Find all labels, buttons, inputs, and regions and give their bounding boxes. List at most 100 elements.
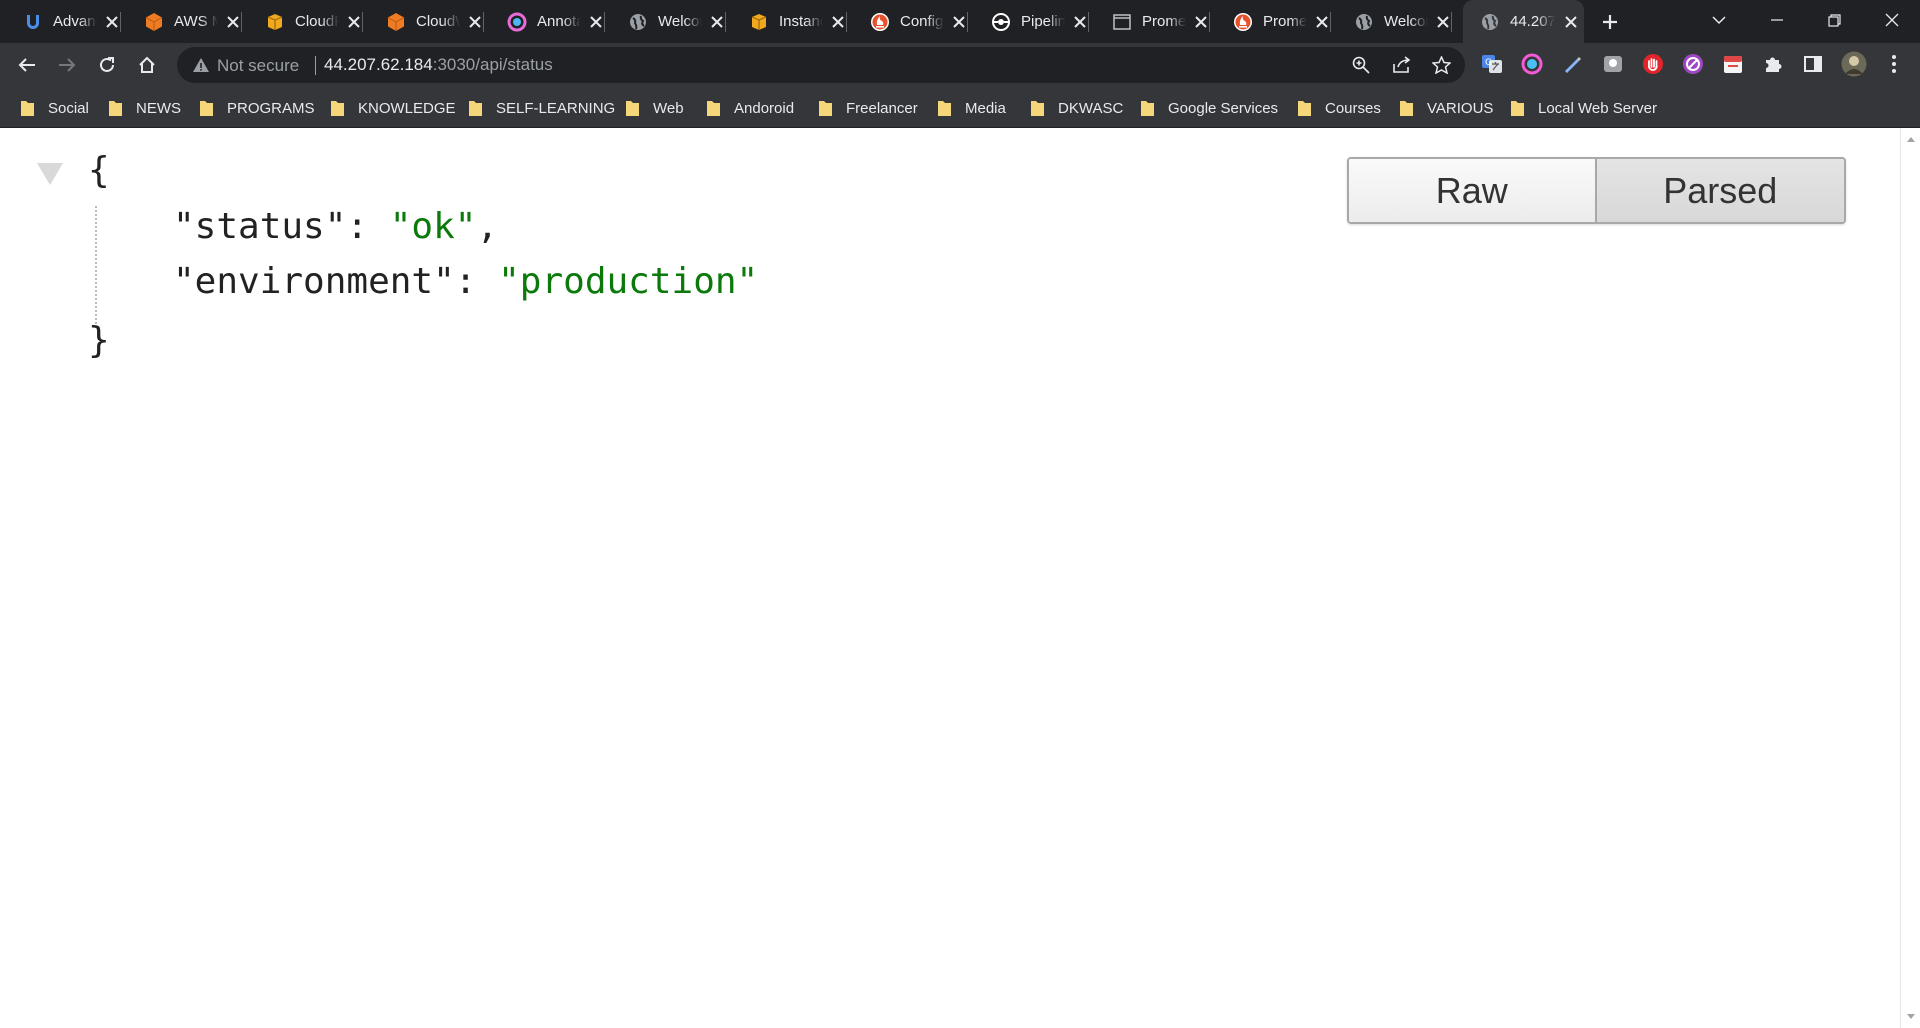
- share-icon[interactable]: [1391, 55, 1411, 75]
- bookmark-folder[interactable]: KNOWLEDGE: [330, 97, 456, 119]
- pen-extension-icon[interactable]: [1561, 53, 1583, 75]
- vertical-scrollbar[interactable]: [1900, 128, 1920, 1028]
- folder-icon: [200, 101, 213, 116]
- json-key: "status": [173, 206, 347, 247]
- close-icon[interactable]: [1193, 13, 1210, 31]
- tab-7[interactable]: Instances: [726, 0, 847, 43]
- tab-title: Prometheus: [1142, 13, 1186, 30]
- stop-hand-extension-icon[interactable]: [1642, 53, 1664, 75]
- close-icon[interactable]: [1072, 13, 1089, 31]
- url-text[interactable]: 44.207.62.184:3030/api/status: [324, 55, 553, 75]
- extensions-puzzle-icon[interactable]: [1762, 53, 1784, 75]
- close-icon[interactable]: [709, 13, 726, 31]
- close-icon[interactable]: [1314, 13, 1331, 31]
- restore-icon: [1827, 13, 1841, 27]
- bookmark-folder[interactable]: Andoroid: [706, 97, 794, 119]
- tab-8[interactable]: Configuration: [847, 0, 968, 43]
- warning-icon[interactable]: [192, 56, 210, 74]
- bookmark-folder[interactable]: DKWASC: [1030, 97, 1123, 119]
- scroll-down-arrow-icon[interactable]: [1907, 1014, 1915, 1019]
- bookmark-folder[interactable]: PROGRAMS: [199, 97, 315, 119]
- bookmark-folder[interactable]: Google Services: [1140, 97, 1278, 119]
- minimize-button[interactable]: [1749, 0, 1805, 40]
- blocker-extension-icon[interactable]: [1682, 53, 1704, 75]
- calendar-extension-icon[interactable]: [1722, 53, 1744, 75]
- bookmark-folder[interactable]: VARIOUS: [1399, 97, 1493, 119]
- home-icon: [139, 56, 155, 73]
- close-icon[interactable]: [830, 13, 847, 31]
- close-icon[interactable]: [1435, 13, 1452, 31]
- tab-separator: [1451, 12, 1452, 32]
- bookmark-folder[interactable]: Freelancer: [818, 97, 918, 119]
- bookmark-folder[interactable]: Media: [937, 97, 1006, 119]
- bookmarks-bar: Social NEWS PROGRAMS KNOWLEDGE SELF-LEAR…: [0, 88, 1920, 128]
- json-comma: ,: [476, 206, 499, 247]
- bookmark-folder[interactable]: Web: [625, 97, 684, 119]
- close-window-button[interactable]: [1864, 0, 1920, 40]
- folder-icon: [109, 101, 122, 116]
- screenshot-extension-icon[interactable]: [1602, 53, 1624, 75]
- close-brace: }: [88, 320, 110, 361]
- close-icon[interactable]: [346, 13, 363, 31]
- minimize-icon: [1771, 19, 1783, 21]
- close-icon[interactable]: [951, 13, 968, 31]
- close-icon[interactable]: [588, 13, 605, 31]
- close-icon[interactable]: [225, 13, 242, 31]
- bookmark-folder[interactable]: Social: [20, 97, 89, 119]
- restore-button[interactable]: [1806, 0, 1862, 40]
- address-bar[interactable]: Not secure 44.207.62.184:3030/api/status: [177, 47, 1465, 83]
- bookmark-folder[interactable]: Courses: [1297, 97, 1381, 119]
- tab-title: Configuration: [900, 13, 944, 30]
- back-button[interactable]: [11, 49, 43, 81]
- bookmark-folder[interactable]: NEWS: [108, 97, 181, 119]
- plus-icon: [1603, 15, 1617, 29]
- bookmark-label: VARIOUS: [1427, 99, 1494, 117]
- bookmark-label: DKWASC: [1058, 99, 1124, 117]
- new-tab-button[interactable]: [1596, 9, 1624, 35]
- close-icon[interactable]: [104, 13, 121, 31]
- parsed-button[interactable]: Parsed: [1596, 159, 1844, 222]
- raw-button[interactable]: Raw: [1349, 159, 1597, 222]
- bookmark-folder[interactable]: SELF-LEARNING: [468, 97, 615, 119]
- tab-6[interactable]: Welcome: [605, 0, 726, 43]
- collapse-triangle-icon[interactable]: [37, 163, 63, 185]
- close-icon[interactable]: [1562, 13, 1580, 31]
- folder-icon: [21, 101, 34, 116]
- close-icon[interactable]: [467, 13, 484, 31]
- globe-icon: [627, 11, 648, 32]
- json-colon: :: [454, 261, 499, 302]
- menu-kebab-icon[interactable]: [1883, 53, 1905, 75]
- forward-button[interactable]: [51, 49, 83, 81]
- json-key: "environment": [173, 261, 455, 302]
- aws-box-icon: [264, 11, 285, 32]
- json-viewer-page: { "status": "ok", "environment": "produc…: [0, 128, 1900, 1028]
- tab-11[interactable]: Prometheus: [1210, 0, 1331, 43]
- home-button[interactable]: [131, 49, 163, 81]
- star-icon[interactable]: [1431, 55, 1451, 75]
- bookmark-label: Google Services: [1168, 99, 1279, 117]
- color-picker-extension-icon[interactable]: [1521, 53, 1543, 75]
- tab-3[interactable]: CloudFormation: [242, 0, 363, 43]
- url-path: :3030/api/status: [432, 55, 553, 74]
- udemy-icon: [22, 11, 43, 32]
- tab-1[interactable]: Advanced: [0, 0, 121, 43]
- tab-4[interactable]: CloudWatch: [363, 0, 484, 43]
- scroll-up-arrow-icon[interactable]: [1907, 137, 1915, 142]
- folder-icon: [1400, 101, 1413, 116]
- zoom-icon[interactable]: [1351, 55, 1371, 75]
- tab-9[interactable]: Pipelines: [968, 0, 1089, 43]
- tab-title: Pipelines: [1021, 13, 1065, 30]
- translate-extension-icon[interactable]: G: [1481, 53, 1503, 75]
- tab-title: CloudWatch: [416, 13, 460, 30]
- reload-button[interactable]: [91, 49, 123, 81]
- side-panel-icon[interactable]: [1802, 53, 1824, 75]
- profile-avatar-icon[interactable]: [1841, 51, 1867, 77]
- tab-search-button[interactable]: [1691, 0, 1747, 40]
- tab-2[interactable]: AWS Management Console: [121, 0, 242, 43]
- bookmark-folder[interactable]: Local Web Server: [1510, 97, 1657, 119]
- security-label[interactable]: Not secure: [217, 56, 299, 76]
- tab-12[interactable]: Welcome: [1331, 0, 1452, 43]
- tab-10[interactable]: Prometheus: [1089, 0, 1210, 43]
- tab-5[interactable]: Annotations: [484, 0, 605, 43]
- tab-13-active[interactable]: 44.207.62.184:3030/api/status: [1463, 0, 1584, 43]
